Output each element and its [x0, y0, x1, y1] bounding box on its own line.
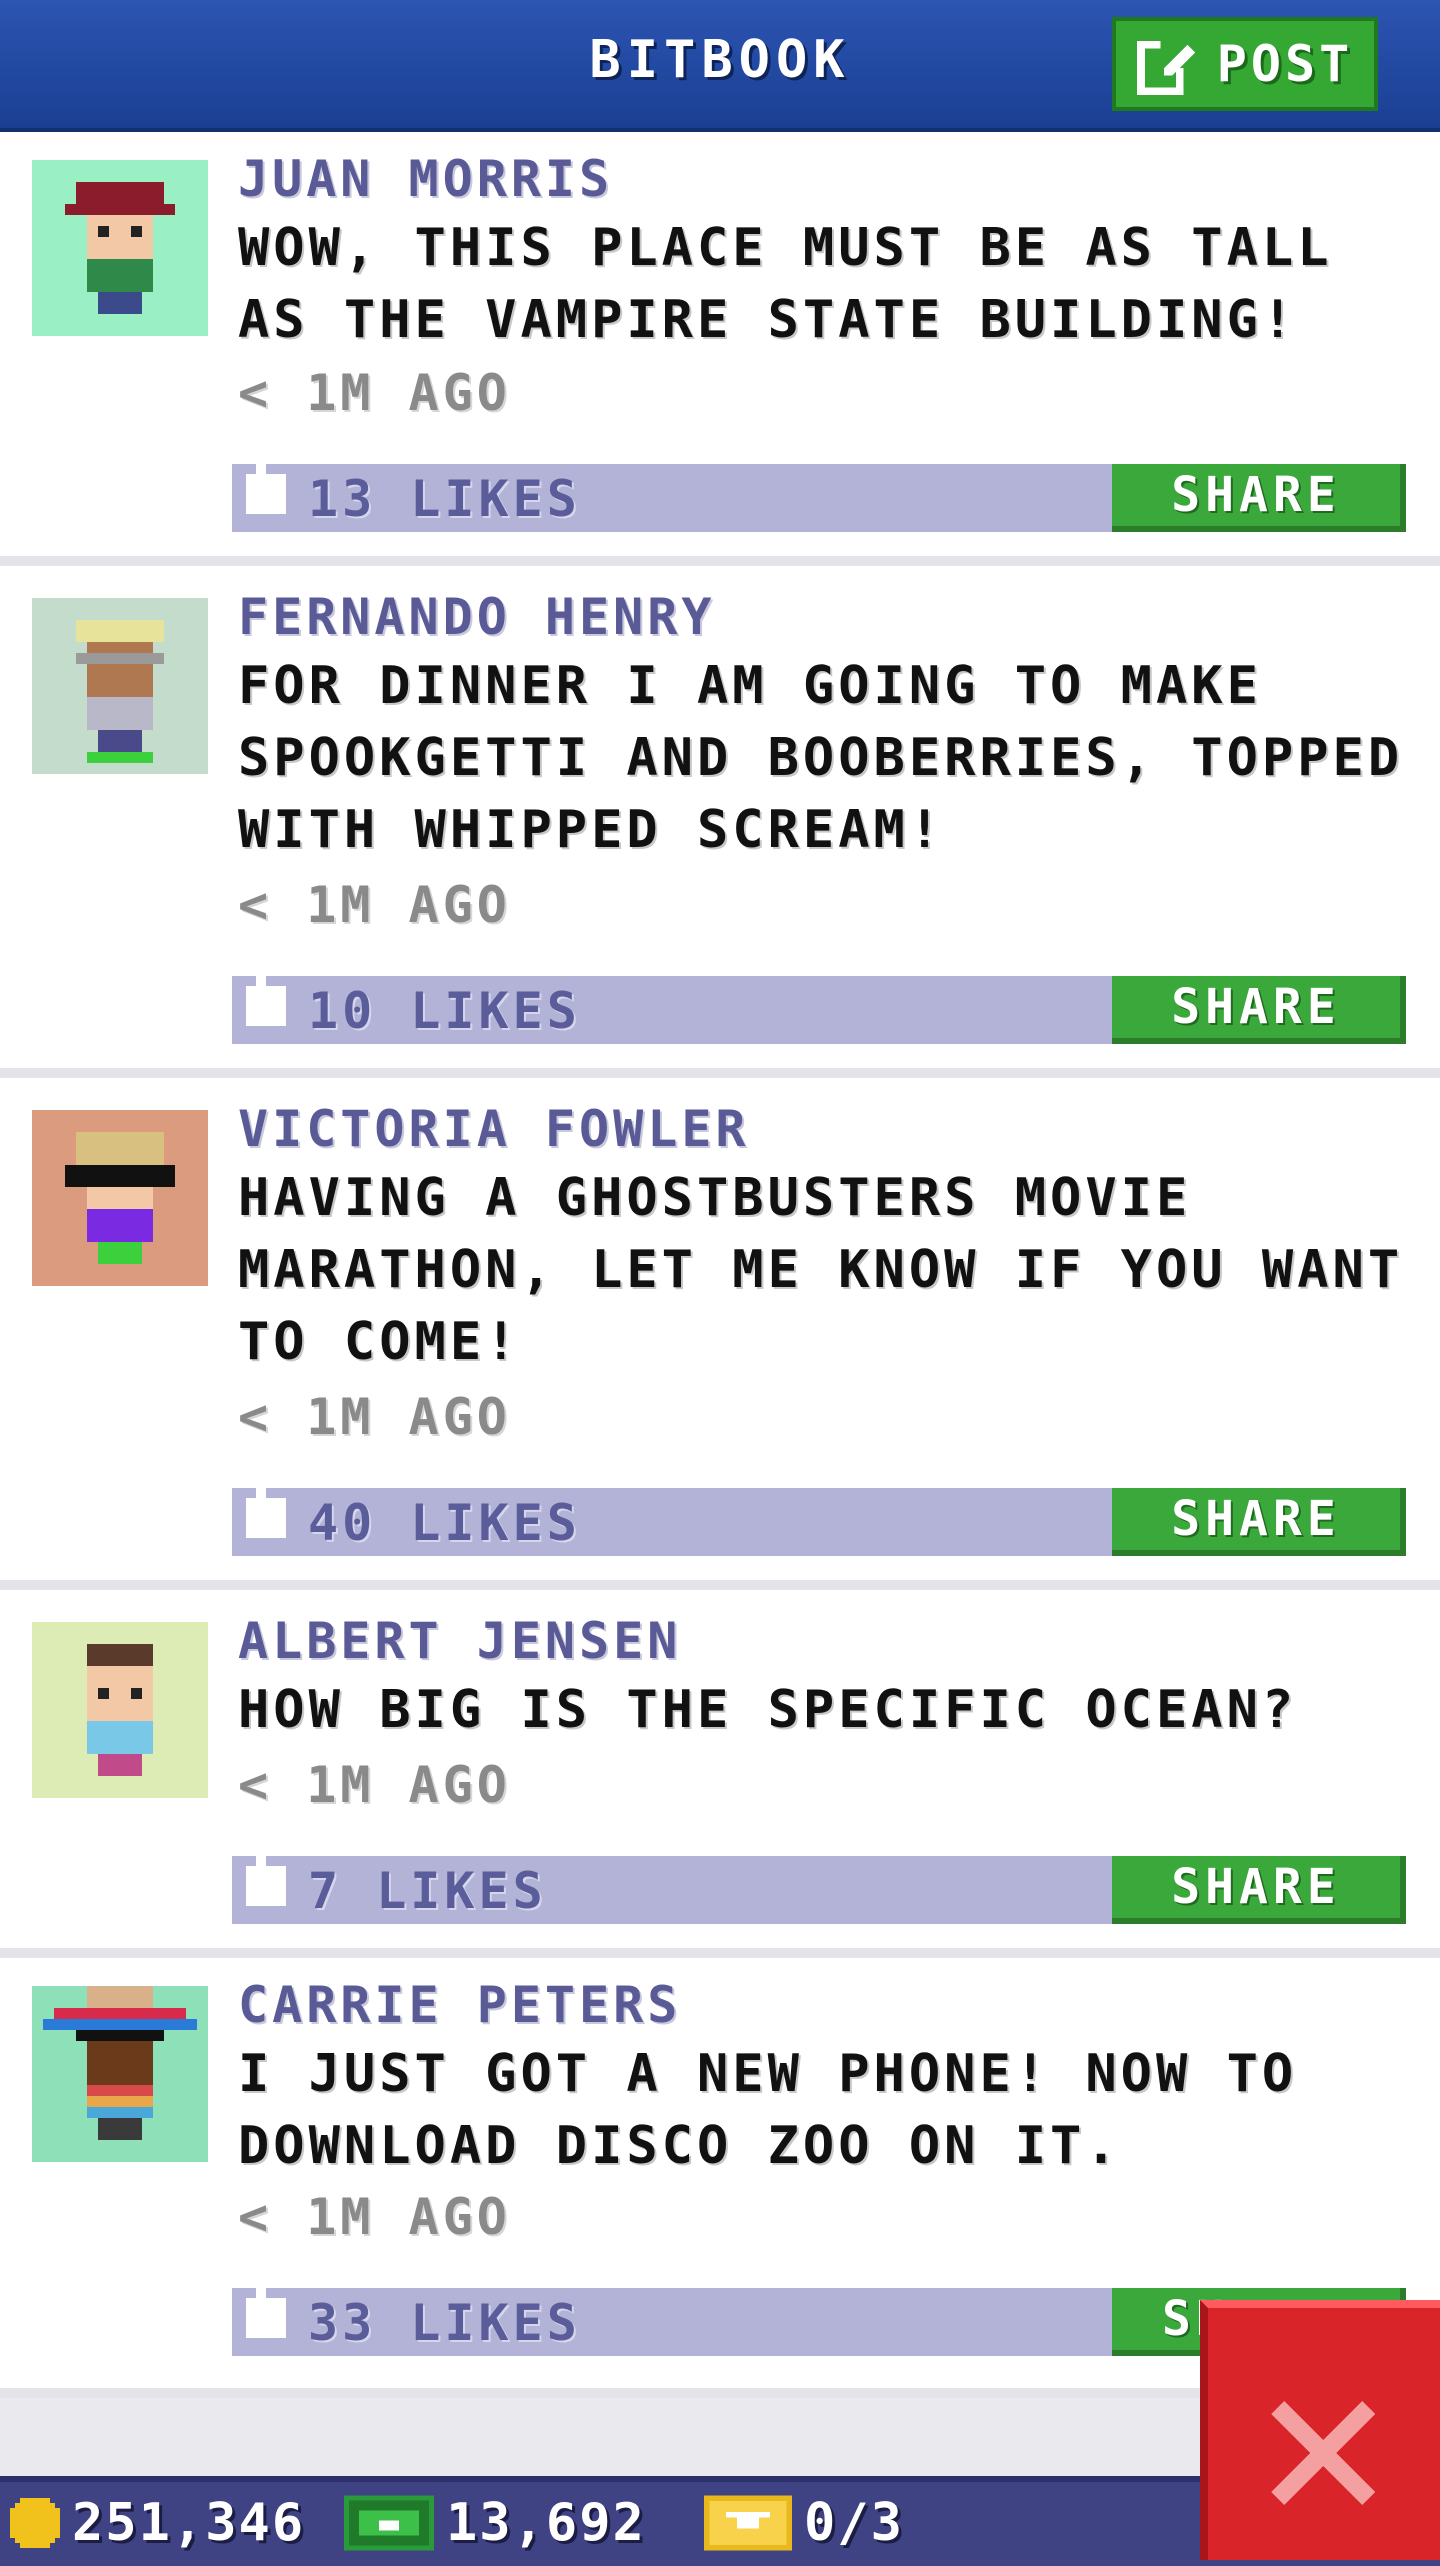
- close-icon: [1271, 2401, 1375, 2505]
- bux-value: 13,692: [446, 2493, 646, 2553]
- post-card: JUAN MORRIS WOW, THIS PLACE MUST BE AS T…: [0, 132, 1440, 566]
- avatar-albert-jensen[interactable]: [32, 1622, 208, 1798]
- post-button[interactable]: POST: [1112, 17, 1378, 111]
- post-button-label: POST: [1216, 35, 1354, 93]
- avatar-juan-morris[interactable]: [32, 160, 208, 336]
- tickets-value: 0/3: [804, 2493, 904, 2553]
- share-button[interactable]: SHARE: [1112, 976, 1406, 1044]
- share-button[interactable]: SHARE: [1112, 464, 1406, 532]
- post-message: HAVING A GHOSTBUSTERS MOVIE MARATHON, LE…: [238, 1168, 1404, 1372]
- post-author: FERNANDO HENRY: [238, 588, 716, 646]
- post-message: WOW, THIS PLACE MUST BE AS TALL AS THE V…: [238, 218, 1333, 350]
- likes-bar: 40 LIKES SHARE: [232, 1468, 1406, 1556]
- post-time: < 1M AGO: [238, 1388, 511, 1446]
- likes-bar: 10 LIKES SHARE: [232, 956, 1406, 1044]
- thumbs-up-icon[interactable]: [246, 1836, 286, 1906]
- avatar-carrie-peters[interactable]: [32, 1986, 208, 2162]
- coin-icon: [10, 2498, 60, 2548]
- post-card: ALBERT JENSEN HOW BIG IS THE SPECIFIC OC…: [0, 1590, 1440, 1958]
- likes-count: 33 LIKES: [308, 2294, 581, 2352]
- likes-bar: 13 LIKES SHARE: [232, 444, 1406, 532]
- post-card: VICTORIA FOWLER HAVING A GHOSTBUSTERS MO…: [0, 1078, 1440, 1590]
- app-header: BITBOOK POST: [0, 0, 1440, 132]
- post-time: < 1M AGO: [238, 876, 511, 934]
- post-author: JUAN MORRIS: [238, 150, 614, 208]
- likes-bar: 7 LIKES SHARE: [232, 1836, 1406, 1924]
- post-author: ALBERT JENSEN: [238, 1612, 682, 1670]
- bux-counter: 13,692: [344, 2490, 646, 2556]
- coins-value: 251,346: [72, 2493, 306, 2553]
- avatar-victoria-fowler[interactable]: [32, 1110, 208, 1286]
- likes-count: 40 LIKES: [308, 1494, 581, 1552]
- post-message: HOW BIG IS THE SPECIFIC OCEAN?: [238, 1680, 1298, 1740]
- avatar-fernando-henry[interactable]: [32, 598, 208, 774]
- post-message: FOR DINNER I AM GOING TO MAKE SPOOKGETTI…: [238, 656, 1404, 860]
- post-author: CARRIE PETERS: [238, 1976, 682, 2034]
- tickets-counter: 0/3: [704, 2490, 904, 2556]
- post-time: < 1M AGO: [238, 364, 511, 422]
- likes-count: 7 LIKES: [308, 1862, 547, 1920]
- close-button[interactable]: [1200, 2300, 1440, 2560]
- share-button[interactable]: SHARE: [1112, 1856, 1406, 1924]
- likes-count: 10 LIKES: [308, 982, 581, 1040]
- post-message: I JUST GOT A NEW PHONE! NOW TO DOWNLOAD …: [238, 2044, 1298, 2176]
- thumbs-up-icon[interactable]: [246, 2268, 286, 2338]
- ticket-icon: [704, 2495, 792, 2551]
- thumbs-up-icon[interactable]: [246, 956, 286, 1026]
- thumbs-up-icon[interactable]: [246, 1468, 286, 1538]
- compose-icon: [1136, 36, 1195, 95]
- likes-count: 13 LIKES: [308, 470, 581, 528]
- post-author: VICTORIA FOWLER: [238, 1100, 750, 1158]
- bux-icon: [344, 2495, 434, 2551]
- post-time: < 1M AGO: [238, 1756, 511, 1814]
- share-button[interactable]: SHARE: [1112, 1488, 1406, 1556]
- coins-counter: 251,346: [10, 2490, 305, 2556]
- post-card: FERNANDO HENRY FOR DINNER I AM GOING TO …: [0, 566, 1440, 1078]
- post-time: < 1M AGO: [238, 2188, 511, 2246]
- thumbs-up-icon[interactable]: [246, 444, 286, 514]
